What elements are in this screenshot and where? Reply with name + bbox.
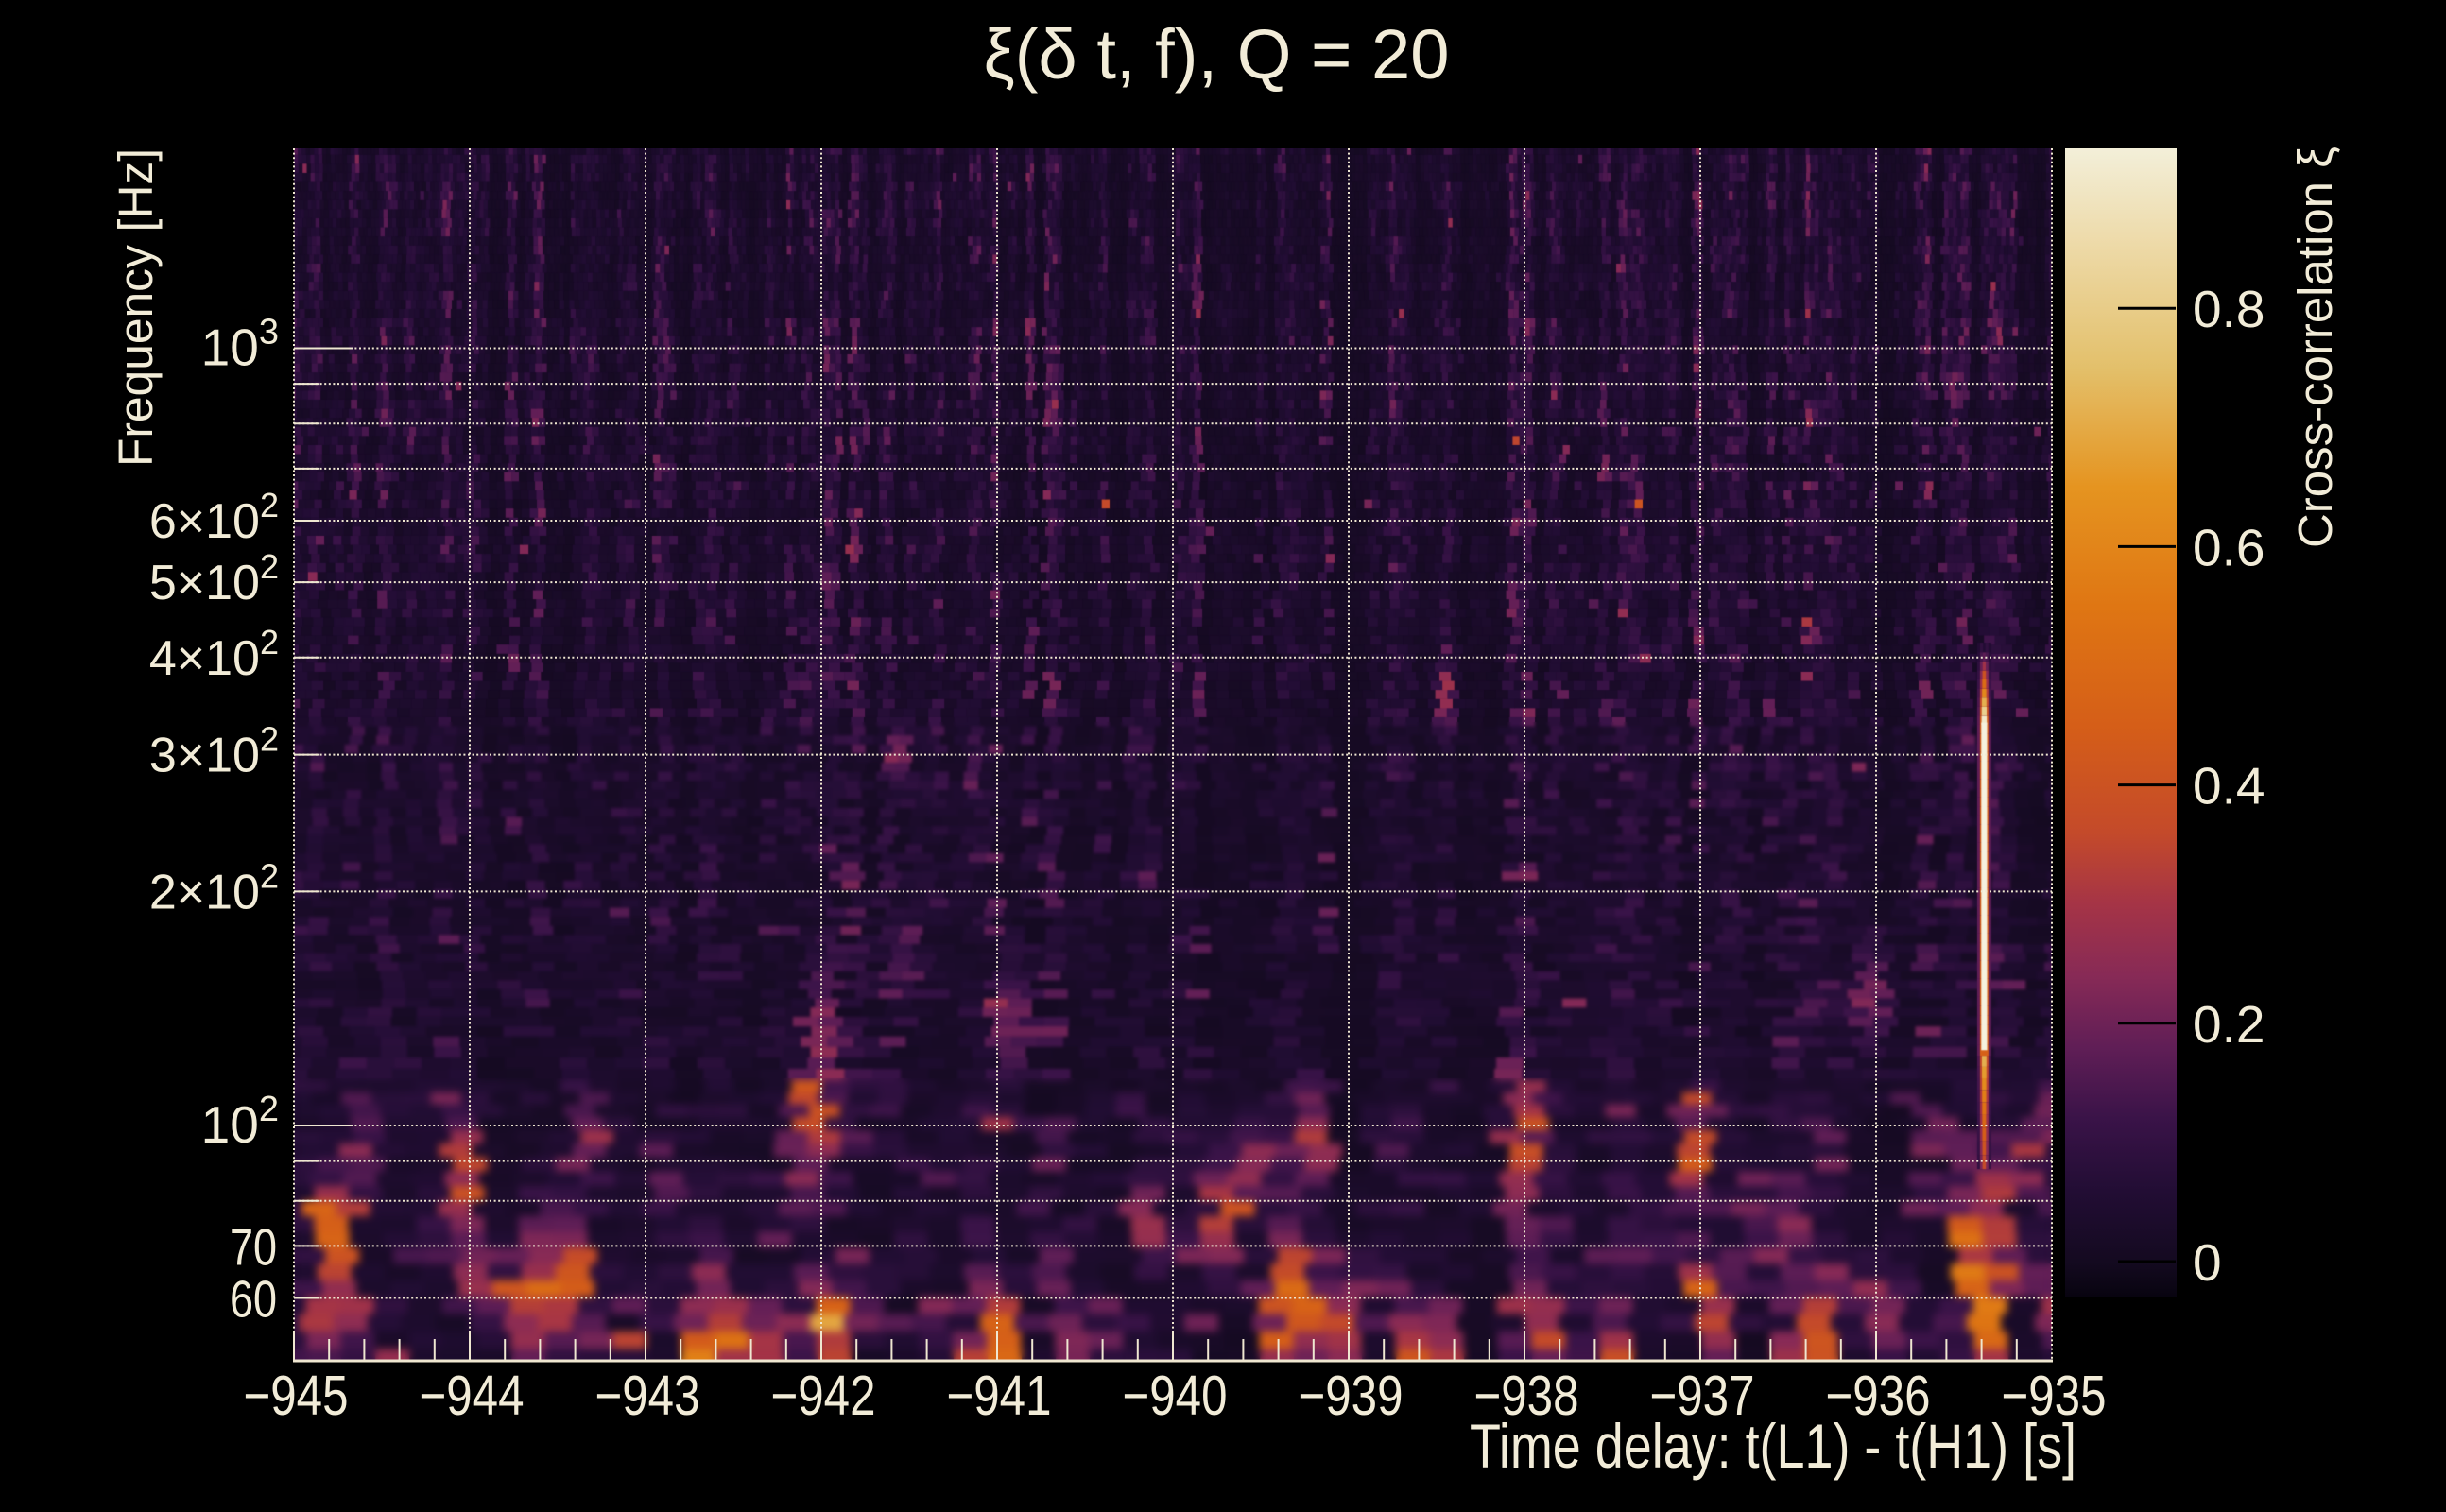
svg-text:0.4: 0.4 <box>2193 757 2265 816</box>
svg-text:−943: −943 <box>595 1365 700 1427</box>
svg-text:0: 0 <box>2193 1233 2222 1292</box>
svg-text:Frequency [Hz]: Frequency [Hz] <box>109 148 163 467</box>
svg-text:102: 102 <box>201 1090 279 1154</box>
svg-text:Cross-correlation ξ: Cross-correlation ξ <box>2288 146 2342 548</box>
svg-text:60: 60 <box>230 1269 277 1328</box>
svg-text:0.8: 0.8 <box>2193 280 2265 338</box>
svg-text:−945: −945 <box>244 1365 349 1427</box>
svg-text:Time delay: t(L1) - t(H1) [s]: Time delay: t(L1) - t(H1) [s] <box>1470 1411 2076 1481</box>
svg-text:0.6: 0.6 <box>2193 518 2265 576</box>
svg-text:−944: −944 <box>420 1365 525 1427</box>
svg-text:−939: −939 <box>1299 1365 1404 1427</box>
svg-text:0.2: 0.2 <box>2193 995 2265 1054</box>
svg-text:6×102: 6×102 <box>149 486 279 549</box>
svg-text:−940: −940 <box>1123 1365 1228 1427</box>
svg-text:−942: −942 <box>771 1365 876 1427</box>
svg-text:−941: −941 <box>947 1365 1052 1427</box>
svg-text:5×102: 5×102 <box>149 547 279 610</box>
svg-text:ξ(δ t, f), Q = 20: ξ(δ t, f), Q = 20 <box>984 15 1450 94</box>
svg-text:3×102: 3×102 <box>149 720 279 783</box>
svg-text:4×102: 4×102 <box>149 623 279 686</box>
svg-text:2×102: 2×102 <box>149 856 279 919</box>
svg-text:70: 70 <box>230 1217 277 1276</box>
svg-text:103: 103 <box>201 313 279 377</box>
